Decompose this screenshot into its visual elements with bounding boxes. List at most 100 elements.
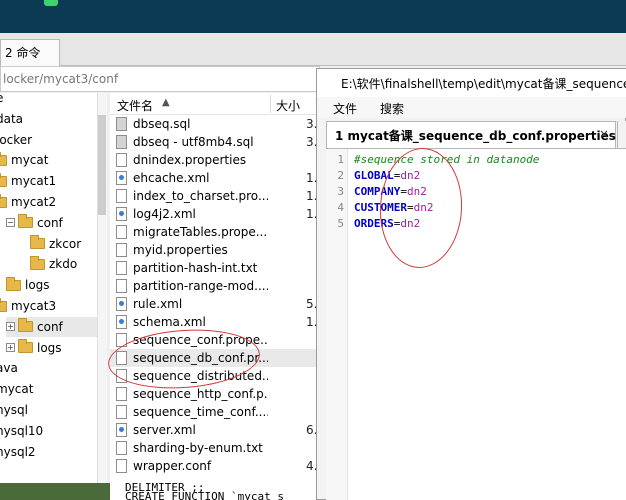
file-name: rule.xml	[133, 297, 183, 311]
editor-title: E:\软件\finalshell\temp\edit\mycat备课_seque…	[317, 69, 626, 97]
file-row[interactable]: ehcache.xml 1.	[110, 169, 320, 187]
folder-icon	[18, 214, 33, 229]
tree-item-label: conf	[37, 215, 63, 230]
xml-file-icon	[116, 171, 127, 185]
tree-item[interactable]: mycat	[0, 150, 102, 170]
tab-command[interactable]: 2 命令	[0, 39, 60, 66]
menu-search[interactable]: 搜索	[380, 100, 404, 117]
file-name: migrateTables.prope...	[133, 225, 268, 239]
tree-item-label: mycat2	[11, 195, 57, 209]
folder-icon	[30, 255, 45, 270]
file-name: dbseq.sql	[133, 117, 191, 131]
folder-icon	[18, 318, 33, 333]
file-name: schema.xml	[133, 315, 206, 329]
file-row[interactable]: sequence_http_conf.p...	[110, 385, 320, 403]
text-file-icon	[116, 225, 127, 239]
column-header-size[interactable]: 大小	[276, 97, 300, 114]
close-icon[interactable]: ×	[599, 127, 609, 141]
column-header-name[interactable]: 文件名	[117, 97, 153, 114]
collapse-icon[interactable]: −	[6, 218, 15, 228]
file-name: sequence_time_conf....	[133, 405, 268, 419]
text-file-icon	[116, 387, 127, 401]
tree-item[interactable]: nysql	[0, 400, 106, 420]
file-row[interactable]: sequence_time_conf....	[110, 403, 320, 421]
tab-bar: 2 命令	[0, 33, 626, 66]
file-row[interactable]: server.xml 6.	[110, 421, 320, 439]
tree-item-label: locker	[0, 132, 33, 147]
text-file-icon	[116, 153, 127, 167]
tree-item-label: conf	[37, 319, 63, 334]
tree-item-label: ava	[0, 361, 18, 376]
sort-ascending-icon: ▲	[162, 97, 170, 108]
tree-item-label: logs	[37, 340, 62, 355]
tree-item[interactable]: − conf	[6, 213, 106, 233]
tree-item[interactable]: nysql10	[0, 421, 106, 441]
tree-item[interactable]: e	[0, 93, 106, 108]
tree-item-label: mycat1	[11, 174, 57, 189]
menu-file[interactable]: 文件	[333, 100, 357, 117]
editor-menu-bar: 文件 搜索	[317, 97, 626, 118]
file-row[interactable]: partition-hash-int.txt	[110, 259, 320, 277]
tree-item[interactable]: ava	[0, 358, 106, 378]
tree-item-label: e	[0, 93, 3, 105]
folder-icon	[6, 276, 21, 291]
tree-item[interactable]: + conf	[6, 316, 106, 337]
file-row[interactable]: index_to_charset.pro... 1.	[110, 187, 320, 205]
file-row[interactable]: rule.xml 5.	[110, 295, 320, 313]
file-list-header: 文件名 ▲ 大小	[110, 93, 320, 115]
file-name: server.xml	[133, 423, 196, 437]
sql-file-icon	[116, 135, 127, 149]
editor-tab-overflow[interactable]	[617, 121, 626, 148]
file-row[interactable]: dbseq.sql 3.	[110, 115, 320, 133]
xml-file-icon	[116, 423, 127, 437]
folder-icon	[18, 339, 33, 354]
file-row[interactable]: schema.xml 1.	[110, 313, 320, 331]
folder-icon	[0, 193, 7, 208]
file-row[interactable]: log4j2.xml 1.	[110, 205, 320, 223]
tree-item[interactable]: mycat1	[0, 171, 102, 191]
file-name: myid.properties	[133, 243, 228, 257]
text-file-icon	[116, 459, 127, 473]
tree-item[interactable]: zkdo	[30, 254, 106, 274]
path-input[interactable]: locker/mycat3/conf	[0, 66, 320, 92]
tree-item[interactable]: mycat2	[0, 192, 102, 212]
text-file-icon	[116, 189, 127, 203]
tree-item-label: zkdo	[49, 257, 78, 272]
file-row[interactable]: migrateTables.prope...	[110, 223, 320, 241]
tree-item[interactable]: mycat	[0, 379, 106, 399]
file-name: log4j2.xml	[133, 207, 196, 221]
tree-item-label: mycat	[11, 153, 49, 168]
tree-item[interactable]: zkcor	[30, 234, 106, 254]
file-name: index_to_charset.pro...	[133, 189, 268, 203]
tree-item-label: nysql10	[0, 423, 44, 438]
tree-item-label: logs	[25, 278, 50, 293]
tree-item-label: nysql	[0, 403, 28, 417]
expand-icon[interactable]: +	[6, 343, 15, 353]
tree-item[interactable]: logs	[6, 275, 106, 295]
tree-item[interactable]: locker	[0, 130, 106, 150]
file-row[interactable]: dnindex.properties	[110, 151, 320, 169]
tree-item[interactable]: mycat3	[0, 296, 102, 316]
terminal-top-strip	[0, 0, 626, 33]
folder-icon	[0, 151, 7, 166]
file-row[interactable]: sharding-by-enum.txt	[110, 439, 320, 457]
expand-icon[interactable]: +	[6, 322, 15, 332]
file-name: wrapper.conf	[133, 459, 212, 473]
text-file-icon	[116, 441, 127, 455]
tree-item[interactable]: nysql2	[0, 442, 106, 462]
editor-tab[interactable]: 1 mycat备课_sequence_db_conf.properties ×	[326, 121, 616, 148]
text-file-icon	[116, 243, 127, 257]
tree-item[interactable]: + logs	[6, 338, 106, 358]
file-row[interactable]: myid.properties	[110, 241, 320, 259]
tree-item-label: nysql2	[0, 444, 36, 459]
tree-item[interactable]: data	[0, 109, 106, 129]
line-number: 5	[337, 217, 344, 230]
file-row[interactable]: partition-range-mod....	[110, 277, 320, 295]
folder-tree[interactable]: e data locker mycat mycat1 mycat2 − conf zkcor zk…	[0, 93, 107, 483]
file-row[interactable]: wrapper.conf 4.	[110, 457, 320, 475]
tree-scrollbar-thumb[interactable]	[98, 115, 106, 215]
file-row[interactable]: dbseq - utf8mb4.sql 3.	[110, 133, 320, 151]
text-file-icon	[116, 261, 127, 275]
sql-file-icon	[116, 117, 127, 131]
column-divider[interactable]	[270, 95, 271, 113]
